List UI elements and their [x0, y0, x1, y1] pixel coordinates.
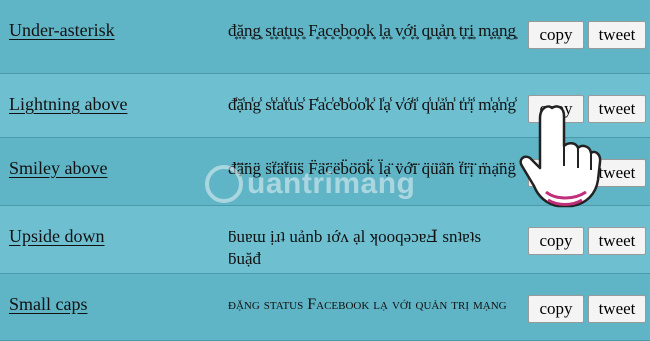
tweet-button[interactable]: tweet [588, 227, 646, 255]
tweet-button[interactable]: tweet [588, 295, 646, 323]
table-row: Lightning above đ̾ặ̾n̾g̾ s̾t̾a̾t̾u̾s̾ F̾… [0, 74, 650, 138]
text-style-table: Under-asterisk đ͙ặ͙n͙g͙ s͙t͙a͙t͙u͙s͙ F͙a… [0, 0, 650, 341]
tweet-button[interactable]: tweet [588, 21, 646, 49]
style-name-link[interactable]: Under-asterisk [9, 20, 115, 41]
copy-button[interactable]: copy [528, 295, 584, 323]
table-row: Upside down ƃuɐɯ ịɹʇ uảnb ıớʌ ạl ʞooqǝɔɐ… [0, 206, 650, 274]
styled-text-sample: đ̈̈ặ̈̈n̈̈g̈̈ s̈̈ẗ̈ä̈ẗ̈ü̈s̈̈ F̈̈ä̈c̈̈ë̈b̈… [228, 159, 517, 178]
style-name-link[interactable]: Small caps [9, 294, 88, 315]
styled-text-sample: đ͙ặ͙n͙g͙ s͙t͙a͙t͙u͙s͙ F͙a͙c͙e͙b͙o͙o͙k͙ l… [228, 21, 517, 40]
table-row: Under-asterisk đ͙ặ͙n͙g͙ s͙t͙a͙t͙u͙s͙ F͙a… [0, 0, 650, 74]
copy-button[interactable]: copy [528, 21, 584, 49]
styled-text-sample: đ̾ặ̾n̾g̾ s̾t̾a̾t̾u̾s̾ F̾a̾c̾e̾b̾o̾o̾k̾ l… [228, 95, 517, 114]
tweet-button[interactable]: tweet [588, 159, 646, 187]
styled-text-sample: đặng status Facebook lạ với quản trị mạn… [228, 296, 507, 313]
copy-button[interactable]: copy [528, 95, 584, 123]
style-name-link[interactable]: Lightning above [9, 94, 127, 115]
table-row: Small caps đặng status Facebook lạ với q… [0, 274, 650, 341]
copy-button[interactable]: copy [528, 227, 584, 255]
style-name-link[interactable]: Upside down [9, 226, 105, 247]
tweet-button[interactable]: tweet [588, 95, 646, 123]
styled-text-sample: ƃuɐɯ ịɹʇ uảnb ıớʌ ạl ʞooqǝɔɐℲ snʇɐʇs ƃuặ… [228, 227, 482, 268]
copy-button[interactable]: copy [528, 159, 584, 187]
style-name-link[interactable]: Smiley above [9, 158, 107, 179]
table-row: Smiley above đ̈̈ặ̈̈n̈̈g̈̈ s̈̈ẗ̈ä̈ẗ̈ü̈s̈̈… [0, 138, 650, 206]
